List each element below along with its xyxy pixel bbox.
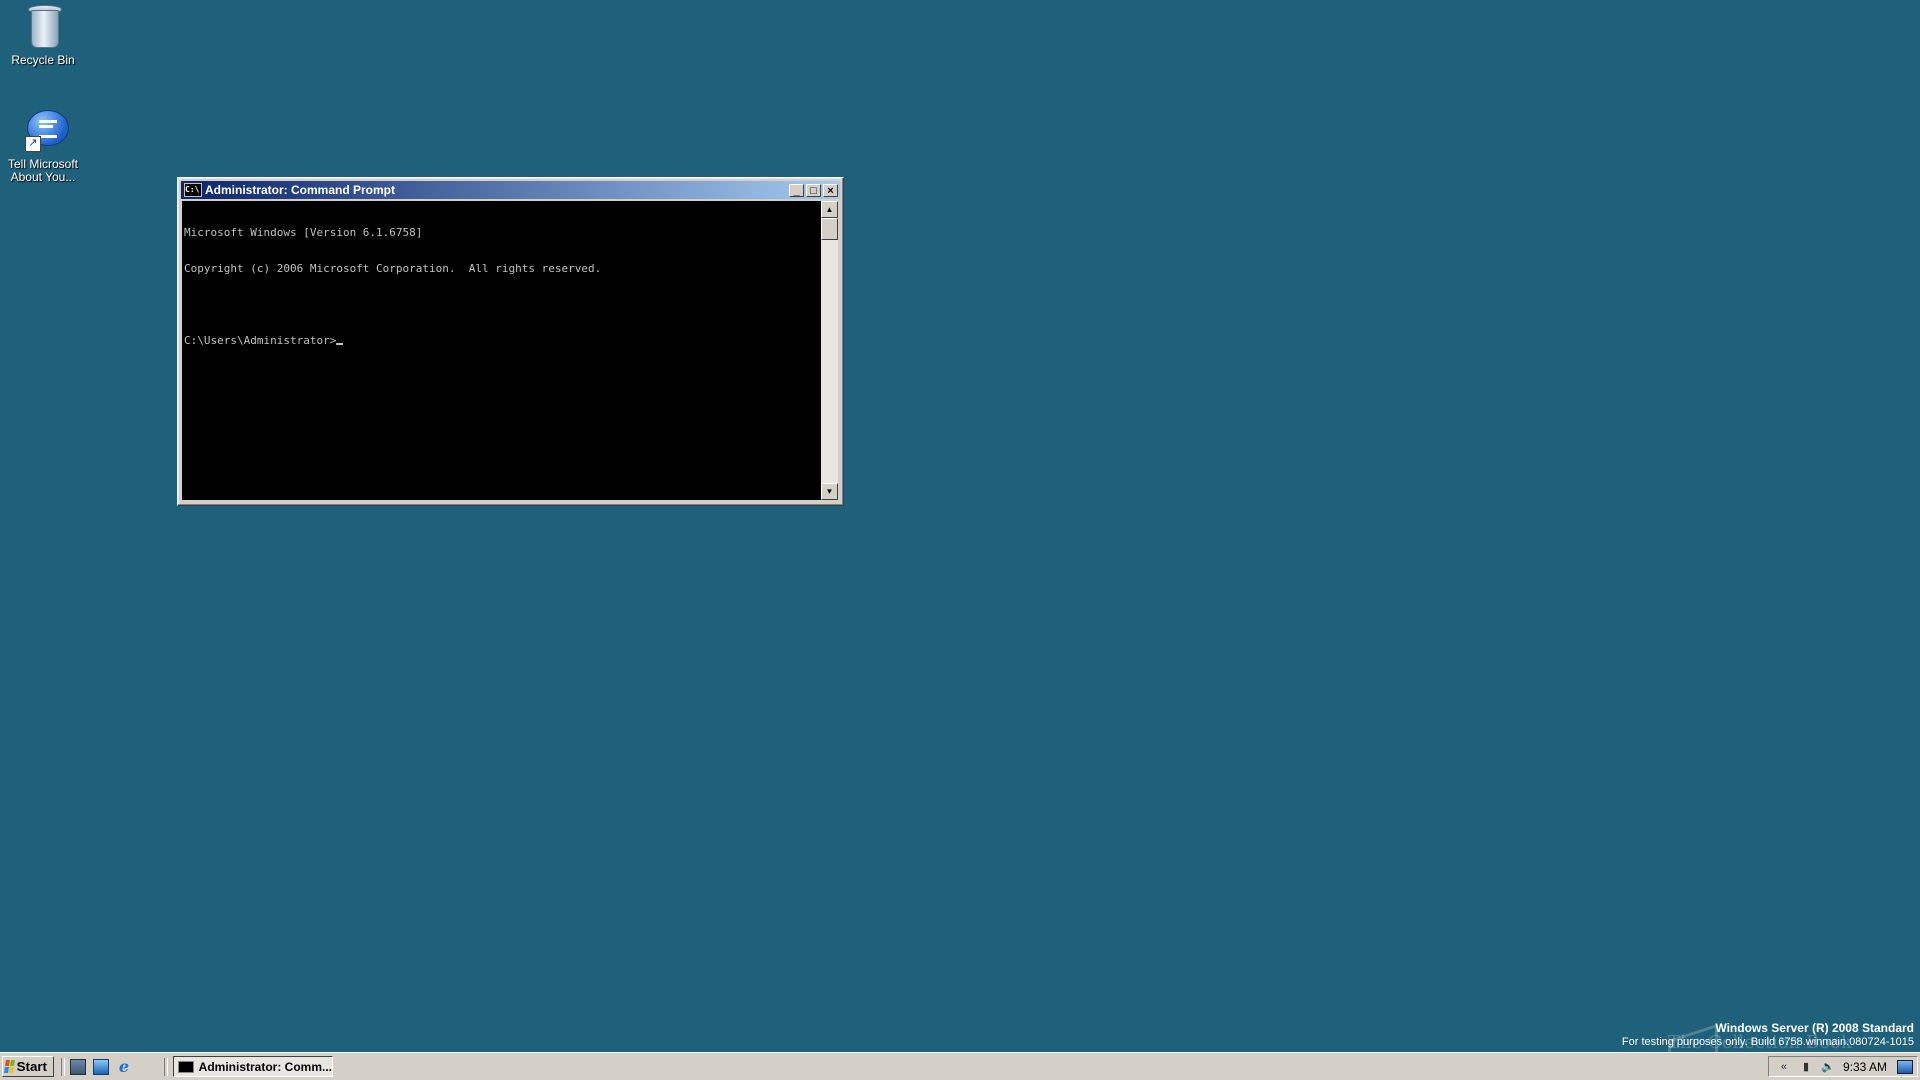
desktop-icon-label: Tell Microsoft About You... bbox=[7, 157, 78, 184]
shortcut-arrow-icon: ↗ bbox=[25, 136, 41, 152]
text-cursor bbox=[336, 343, 344, 345]
window-title: Administrator: Command Prompt bbox=[205, 183, 396, 197]
console-prompt: C:\Users\Administrator> bbox=[184, 334, 337, 347]
console-output[interactable]: Microsoft Windows [Version 6.1.6758] Cop… bbox=[182, 201, 821, 500]
start-label: Start bbox=[16, 1059, 47, 1074]
console-prompt-line: C:\Users\Administrator> bbox=[184, 335, 819, 347]
start-button[interactable]: Start bbox=[2, 1056, 54, 1077]
taskbar-separator bbox=[164, 1058, 168, 1076]
console-line: Microsoft Windows [Version 6.1.6758] bbox=[184, 226, 423, 239]
clock[interactable]: 9:33 AM bbox=[1843, 1060, 1887, 1074]
os-watermark: Windows Server (R) 2008 Standard For tes… bbox=[1622, 1021, 1914, 1049]
os-build: For testing purposes only. Build 6758.wi… bbox=[1621, 1036, 1914, 1048]
os-edition: Windows Server (R) 2008 Standard bbox=[1715, 1021, 1914, 1035]
vertical-scrollbar[interactable]: ▲ ▼ bbox=[821, 201, 838, 500]
scroll-up-arrow-icon[interactable]: ▲ bbox=[821, 201, 838, 218]
maximize-button[interactable]: □ bbox=[806, 183, 821, 197]
command-prompt-window[interactable]: C:\ Administrator: Command Prompt _ □ × … bbox=[177, 177, 844, 506]
taskbar-button-command-prompt[interactable]: Administrator: Comm... bbox=[173, 1056, 333, 1077]
minimize-button[interactable]: _ bbox=[789, 183, 804, 197]
taskbar-separator bbox=[61, 1058, 65, 1076]
server-manager-icon[interactable] bbox=[70, 1059, 86, 1075]
console-line: Copyright (c) 2006 Microsoft Corporation… bbox=[184, 262, 602, 275]
cmd-icon: C:\ bbox=[184, 183, 202, 197]
show-desktop-icon[interactable] bbox=[1897, 1059, 1913, 1074]
desktop[interactable]: Recycle Bin ↗ Tell Microsoft About You..… bbox=[0, 0, 1920, 1080]
taskbar-button-label: Administrator: Comm... bbox=[198, 1059, 332, 1074]
taskbar: Start e Administrator: Comm... « ▮ 🔈 9:3… bbox=[0, 1052, 1920, 1080]
desktop-icon-tell-microsoft[interactable]: ↗ Tell Microsoft About You... bbox=[0, 106, 86, 184]
windows-logo-icon bbox=[4, 1060, 15, 1073]
cmd-icon bbox=[178, 1060, 194, 1073]
desktop-icon-recycle-bin[interactable]: Recycle Bin bbox=[0, 2, 86, 67]
network-icon[interactable]: ▮ bbox=[1799, 1060, 1813, 1074]
volume-icon[interactable]: 🔈 bbox=[1821, 1060, 1835, 1074]
show-desktop-icon[interactable] bbox=[93, 1059, 109, 1075]
close-button[interactable]: × bbox=[823, 183, 838, 197]
recycle-bin-icon bbox=[19, 2, 67, 50]
internet-explorer-icon[interactable]: e bbox=[116, 1059, 132, 1075]
tray-expand-icon[interactable]: « bbox=[1777, 1060, 1791, 1074]
window-titlebar[interactable]: C:\ Administrator: Command Prompt _ □ × bbox=[181, 181, 840, 199]
desktop-icon-label: Recycle Bin bbox=[11, 53, 75, 67]
scroll-down-arrow-icon[interactable]: ▼ bbox=[821, 483, 838, 500]
scrollbar-thumb[interactable] bbox=[821, 218, 838, 240]
feedback-bubble-icon: ↗ bbox=[19, 106, 69, 154]
system-tray: « ▮ 🔈 9:33 AM bbox=[1768, 1056, 1918, 1077]
